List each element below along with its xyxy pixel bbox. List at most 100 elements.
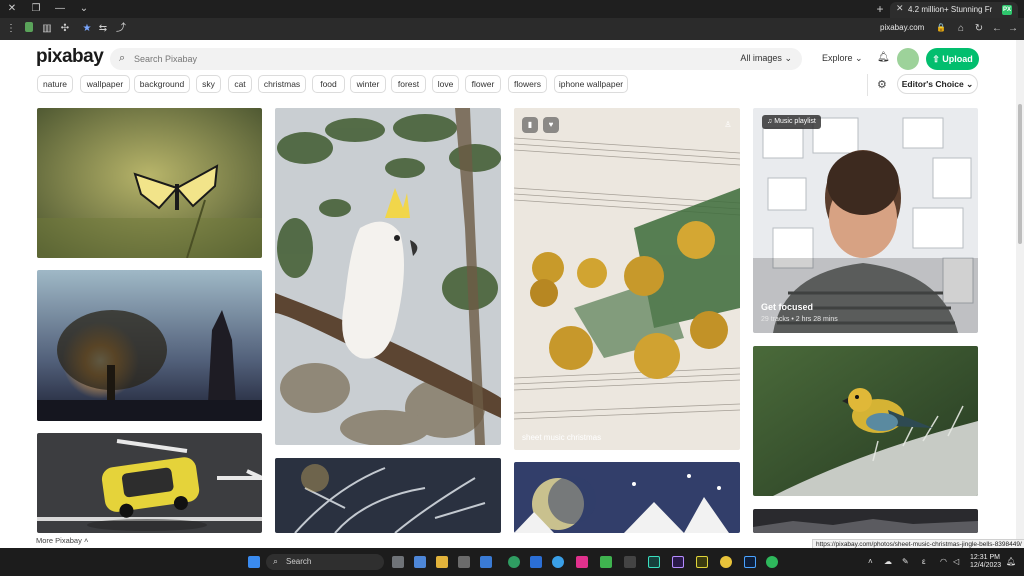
image-type-label: All images <box>740 53 782 63</box>
scrollbar-thumb[interactable] <box>1018 104 1022 244</box>
photo-sunset-tree[interactable] <box>37 270 262 421</box>
cloud-icon[interactable]: ☁ <box>884 557 892 566</box>
store-icon[interactable] <box>480 556 492 568</box>
tag-chip[interactable]: winter <box>350 75 386 93</box>
chevron-down-icon: ⌄ <box>966 79 974 89</box>
badge-label: Music playlist <box>774 118 816 125</box>
chevron-up-icon[interactable]: ˄ <box>868 557 873 566</box>
bell-icon[interactable]: 🔔︎ <box>877 52 890 63</box>
playlist-title: Get focused <box>761 302 814 312</box>
avatar[interactable] <box>897 48 919 70</box>
tag-chip[interactable]: nature <box>37 75 73 93</box>
tag-chip[interactable]: love <box>432 75 459 93</box>
after-effects-icon[interactable] <box>672 556 684 568</box>
capcut-icon[interactable] <box>624 556 636 568</box>
tag-chip[interactable]: sky <box>196 75 221 93</box>
new-tab-button[interactable]: + <box>872 0 888 18</box>
tag-chip[interactable]: flowers <box>508 75 547 93</box>
tag-chip[interactable]: wallpaper <box>80 75 130 93</box>
browser-tab[interactable]: ✕ 4.2 million+ Stunning Free Imag PX <box>890 2 1018 18</box>
taskbar-search-label: Search <box>286 557 312 566</box>
photo-butterfly[interactable] <box>37 108 262 258</box>
app-icon[interactable] <box>696 556 708 568</box>
tag-chip[interactable]: flower <box>465 75 501 93</box>
bookmark-star-icon[interactable]: ★ <box>80 22 94 36</box>
close-window-icon[interactable]: ✕ <box>0 0 24 18</box>
photo-night-illustration[interactable] <box>514 462 740 533</box>
gear-icon[interactable]: ⚙ <box>877 78 887 91</box>
notification-bell-icon[interactable]: 🔔︎ <box>1006 557 1016 566</box>
heart-icon[interactable]: ♥ <box>543 117 559 133</box>
volume-icon[interactable]: ◁ <box>953 557 959 566</box>
lock-icon[interactable]: 🔒 <box>936 23 946 32</box>
taskbar-search[interactable]: ⌕ Search <box>266 554 384 570</box>
photo-yellow-car[interactable] <box>37 433 262 533</box>
chevron-down-icon: ⌄ <box>784 53 792 63</box>
photo-cockatoo[interactable] <box>275 108 501 445</box>
photo-partial-bottom[interactable] <box>753 509 978 533</box>
photo-sheet-music-bells[interactable]: sheet music christmas <box>514 108 740 450</box>
whatsapp-icon[interactable] <box>766 556 778 568</box>
tag-chip[interactable]: christmas <box>258 75 306 93</box>
system-clock[interactable]: 12:31 PM 12/4/2023 <box>970 554 1001 570</box>
explore-menu[interactable]: Explore ⌄ <box>822 53 863 64</box>
home-icon[interactable]: ⌂ <box>954 22 968 36</box>
frost-branches-image <box>275 458 501 533</box>
close-tab-icon[interactable]: ✕ <box>896 3 904 14</box>
tag-chip[interactable]: food <box>312 75 345 93</box>
page-scrollbar[interactable] <box>1016 40 1024 548</box>
search-input[interactable] <box>134 51 694 67</box>
search-icon: ⌕ <box>119 52 126 64</box>
file-explorer-icon[interactable] <box>436 556 448 568</box>
reload-icon[interactable]: ↻ <box>972 22 986 36</box>
puzzle-icon[interactable]: ✣ <box>58 22 72 36</box>
menu-dots-icon[interactable]: ⋮ <box>4 22 18 36</box>
app-icon[interactable] <box>458 556 470 568</box>
playlist-card[interactable] <box>753 108 978 333</box>
photo-frost-branches[interactable] <box>275 458 501 533</box>
upload-button[interactable]: ⇧ Upload <box>926 48 979 70</box>
restore-window-icon[interactable]: ❐ <box>24 0 48 18</box>
address-bar[interactable]: pixabay.com <box>880 23 924 32</box>
tag-chip[interactable]: cat <box>228 75 252 93</box>
sidebar-icon[interactable]: ▥ <box>40 22 54 36</box>
pixabay-logo[interactable]: pixabay <box>36 46 104 68</box>
audition-icon[interactable] <box>648 556 660 568</box>
tag-chip[interactable]: forest <box>391 75 426 93</box>
app-icon[interactable] <box>600 556 612 568</box>
tag-chip[interactable]: iphone wallpaper <box>554 75 628 93</box>
back-icon[interactable]: ← <box>990 22 1004 36</box>
app-icon[interactable] <box>576 556 588 568</box>
task-view-icon[interactable] <box>392 556 404 568</box>
windows-start-icon[interactable] <box>248 556 260 568</box>
bookmark-icon[interactable]: ▮ <box>522 117 538 133</box>
photo-tanager-bird[interactable] <box>753 346 978 496</box>
cockatoo-image <box>275 108 501 445</box>
yellow-car-image <box>37 433 262 533</box>
image-type-dropdown[interactable]: All images ⌄ <box>740 53 792 64</box>
share-icon[interactable]: ⤴ <box>114 22 128 36</box>
tag-chip[interactable]: background <box>134 75 190 93</box>
pen-icon[interactable]: ✎ <box>902 557 909 566</box>
wifi-icon[interactable]: ◠ <box>940 557 947 566</box>
extension-icon[interactable] <box>22 22 36 36</box>
minimize-window-icon[interactable]: — <box>48 0 72 18</box>
translate-icon[interactable]: ⇆ <box>96 22 110 36</box>
edge-icon[interactable] <box>530 556 542 568</box>
app-icon[interactable] <box>508 556 520 568</box>
playlist-meta: 29 tracks • 2 hrs 28 mins <box>761 316 838 323</box>
night-illustration-image <box>514 462 740 533</box>
chrome-icon[interactable] <box>720 556 732 568</box>
app-icon[interactable] <box>552 556 564 568</box>
widgets-icon[interactable] <box>414 556 426 568</box>
search-icon: ⌕ <box>273 556 279 566</box>
photoshop-icon[interactable] <box>744 556 756 568</box>
chevron-down-icon: ⌄ <box>855 53 863 63</box>
search-bar[interactable]: ⌕ All images ⌄ <box>110 48 802 70</box>
forward-icon[interactable]: → <box>1006 22 1020 36</box>
language-icon[interactable]: ε <box>922 557 926 566</box>
tab-list-icon[interactable]: ⌄ <box>72 0 96 18</box>
editors-choice-dropdown[interactable]: Editor's Choice ⌄ <box>897 74 978 94</box>
more-pixabay-link[interactable]: More Pixabay ˄ <box>36 536 88 545</box>
user-icon[interactable]: ♙ <box>720 117 736 133</box>
